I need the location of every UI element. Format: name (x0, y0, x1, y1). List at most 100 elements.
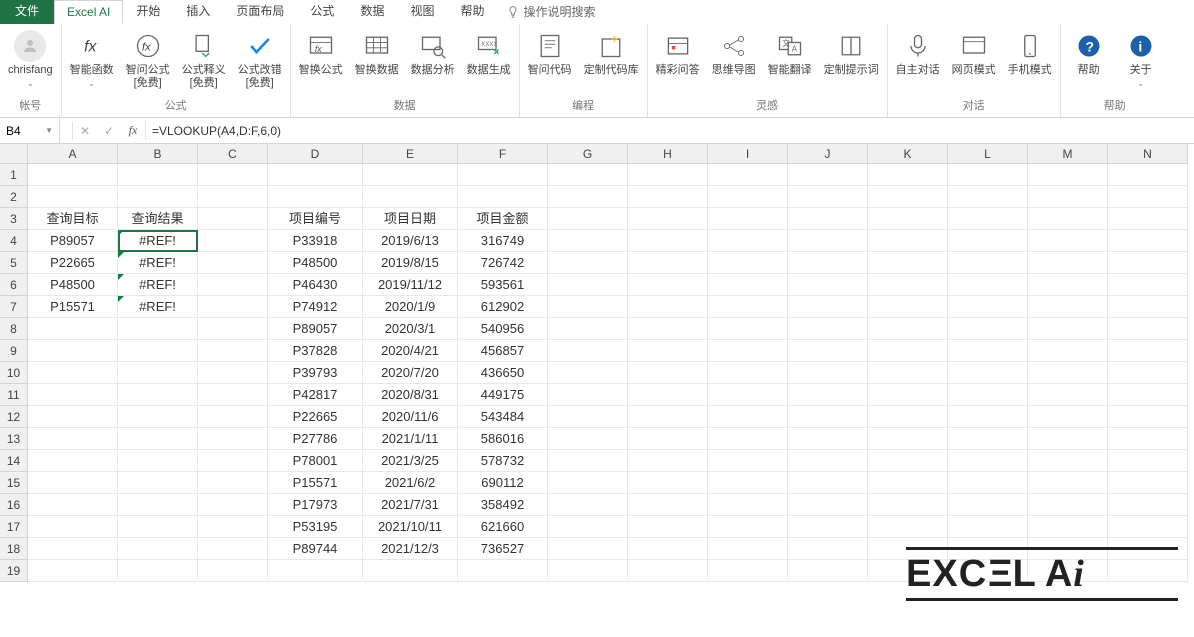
col-header-I[interactable]: I (708, 144, 788, 164)
cell-D6[interactable]: P46430 (268, 274, 363, 296)
cell-M15[interactable] (1028, 472, 1108, 494)
cell-M7[interactable] (1028, 296, 1108, 318)
cell-G7[interactable] (548, 296, 628, 318)
cell-B2[interactable] (118, 186, 198, 208)
cell-D8[interactable]: P89057 (268, 318, 363, 340)
cell-L9[interactable] (948, 340, 1028, 362)
cell-F17[interactable]: 621660 (458, 516, 548, 538)
row-header-3[interactable]: 3 (0, 208, 28, 230)
cell-L2[interactable] (948, 186, 1028, 208)
cell-I13[interactable] (708, 428, 788, 450)
cell-I10[interactable] (708, 362, 788, 384)
cell-N8[interactable] (1108, 318, 1188, 340)
cell-G8[interactable] (548, 318, 628, 340)
cell-G4[interactable] (548, 230, 628, 252)
col-header-D[interactable]: D (268, 144, 363, 164)
cell-N6[interactable] (1108, 274, 1188, 296)
cell-F5[interactable]: 726742 (458, 252, 548, 274)
cell-E6[interactable]: 2019/11/12 (363, 274, 458, 296)
col-header-M[interactable]: M (1028, 144, 1108, 164)
cell-E2[interactable] (363, 186, 458, 208)
cell-C12[interactable] (198, 406, 268, 428)
cell-I5[interactable] (708, 252, 788, 274)
col-header-F[interactable]: F (458, 144, 548, 164)
cell-G16[interactable] (548, 494, 628, 516)
cell-F12[interactable]: 543484 (458, 406, 548, 428)
cell-M11[interactable] (1028, 384, 1108, 406)
cell-B4[interactable]: #REF! (118, 230, 198, 252)
cell-N16[interactable] (1108, 494, 1188, 516)
row-header-13[interactable]: 13 (0, 428, 28, 450)
cell-A8[interactable] (28, 318, 118, 340)
tab-3[interactable]: 公式 (297, 0, 347, 24)
tab-2[interactable]: 页面布局 (223, 0, 297, 24)
cell-C9[interactable] (198, 340, 268, 362)
cell-D4[interactable]: P33918 (268, 230, 363, 252)
cell-F3[interactable]: 项目金额 (458, 208, 548, 230)
cell-F14[interactable]: 578732 (458, 450, 548, 472)
cell-J6[interactable] (788, 274, 868, 296)
cell-E14[interactable]: 2021/3/25 (363, 450, 458, 472)
row-header-12[interactable]: 12 (0, 406, 28, 428)
account-button[interactable]: chrisfang ⌄ (8, 30, 53, 88)
cell-A17[interactable] (28, 516, 118, 538)
row-header-7[interactable]: 7 (0, 296, 28, 318)
prompt-button[interactable]: 定制提示词 (824, 30, 879, 77)
help-button[interactable]: ? 帮助 (1069, 30, 1109, 77)
col-header-C[interactable]: C (198, 144, 268, 164)
cell-C18[interactable] (198, 538, 268, 560)
cell-K5[interactable] (868, 252, 948, 274)
cell-A16[interactable] (28, 494, 118, 516)
row-header-2[interactable]: 2 (0, 186, 28, 208)
cell-K14[interactable] (868, 450, 948, 472)
analyze-data-button[interactable]: 数据分析 (411, 30, 455, 77)
cell-C4[interactable] (198, 230, 268, 252)
cell-L4[interactable] (948, 230, 1028, 252)
cell-H3[interactable] (628, 208, 708, 230)
qa-button[interactable]: 精彩问答 (656, 30, 700, 77)
cell-C2[interactable] (198, 186, 268, 208)
cell-G12[interactable] (548, 406, 628, 428)
cell-J3[interactable] (788, 208, 868, 230)
cell-L14[interactable] (948, 450, 1028, 472)
cell-A2[interactable] (28, 186, 118, 208)
cell-K12[interactable] (868, 406, 948, 428)
cell-H1[interactable] (628, 164, 708, 186)
cell-C5[interactable] (198, 252, 268, 274)
cell-G9[interactable] (548, 340, 628, 362)
cell-L3[interactable] (948, 208, 1028, 230)
tab-1[interactable]: 插入 (173, 0, 223, 24)
ask-formula-button[interactable]: fx 智问公式[免费] (126, 30, 170, 90)
col-header-B[interactable]: B (118, 144, 198, 164)
cell-I15[interactable] (708, 472, 788, 494)
cell-D1[interactable] (268, 164, 363, 186)
cell-C16[interactable] (198, 494, 268, 516)
cell-I14[interactable] (708, 450, 788, 472)
cell-J8[interactable] (788, 318, 868, 340)
cell-F13[interactable]: 586016 (458, 428, 548, 450)
cell-B19[interactable] (118, 560, 198, 582)
cell-H10[interactable] (628, 362, 708, 384)
cell-E12[interactable]: 2020/11/6 (363, 406, 458, 428)
cell-A6[interactable]: P48500 (28, 274, 118, 296)
swap-data-button[interactable]: 智换数据 (355, 30, 399, 77)
cell-E8[interactable]: 2020/3/1 (363, 318, 458, 340)
cell-G3[interactable] (548, 208, 628, 230)
cell-L11[interactable] (948, 384, 1028, 406)
cell-A14[interactable] (28, 450, 118, 472)
cell-L8[interactable] (948, 318, 1028, 340)
cell-F10[interactable]: 436650 (458, 362, 548, 384)
cell-C13[interactable] (198, 428, 268, 450)
cell-I4[interactable] (708, 230, 788, 252)
smart-function-button[interactable]: fx 智能函数 ⌄ (70, 30, 114, 88)
cell-D14[interactable]: P78001 (268, 450, 363, 472)
cell-L17[interactable] (948, 516, 1028, 538)
cell-H15[interactable] (628, 472, 708, 494)
cell-D3[interactable]: 项目编号 (268, 208, 363, 230)
cell-A10[interactable] (28, 362, 118, 384)
row-header-4[interactable]: 4 (0, 230, 28, 252)
cell-M16[interactable] (1028, 494, 1108, 516)
cell-D5[interactable]: P48500 (268, 252, 363, 274)
cell-C7[interactable] (198, 296, 268, 318)
explain-formula-button[interactable]: 公式释义[免费] (182, 30, 226, 90)
